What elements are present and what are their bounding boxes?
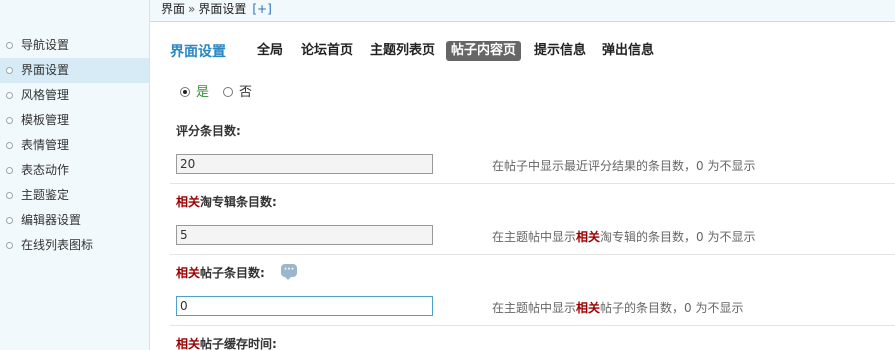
divider	[170, 325, 895, 326]
bullet-icon	[6, 167, 13, 174]
related-thread-count-input[interactable]	[176, 296, 433, 316]
bullet-icon	[6, 117, 13, 124]
rating-count-input[interactable]	[176, 154, 433, 174]
tab-global[interactable]: 全局	[252, 41, 288, 61]
sidebar-item-label: 表态动作	[21, 163, 70, 177]
related-album-count-desc: 在主题帖中显示相关淘专辑的条目数，0 为不显示	[492, 228, 755, 245]
breadcrumb-separator: »	[188, 2, 196, 16]
desc-highlight: 相关	[576, 301, 601, 315]
sidebar-item-label: 编辑器设置	[21, 213, 82, 227]
tab-post-content[interactable]: 帖子内容页	[446, 41, 522, 61]
tab-thread-list[interactable]: 主题列表页	[365, 41, 440, 61]
help-icon[interactable]: ···	[281, 264, 297, 280]
sidebar-item-label: 主题鉴定	[21, 188, 70, 202]
sidebar-item-label: 模板管理	[21, 113, 70, 127]
sidebar-item-label: 导航设置	[21, 38, 70, 52]
related-thread-cache-label: 相关帖子缓存时间:	[176, 335, 277, 350]
sidebar-header	[0, 0, 149, 22]
sidebar-item-online-list-icons[interactable]: 在线列表图标	[0, 233, 149, 258]
bullet-icon	[6, 192, 13, 199]
breadcrumb-parent[interactable]: 界面	[161, 2, 185, 16]
label-highlight: 相关	[176, 337, 201, 350]
sidebar-item-label: 表情管理	[21, 138, 70, 152]
sidebar-item-thread-appraisal[interactable]: 主题鉴定	[0, 183, 149, 208]
sidebar-item-emoji-management[interactable]: 表情管理	[0, 133, 149, 158]
sidebar-item-nav-settings[interactable]: 导航设置	[0, 33, 149, 58]
radio-no-label[interactable]: 否	[239, 85, 252, 100]
desc-highlight: 相关	[576, 230, 601, 244]
rating-count-label: 评分条目数:	[176, 124, 241, 138]
sidebar-item-label: 在线列表图标	[21, 238, 94, 252]
bullet-icon	[6, 242, 13, 249]
radio-no[interactable]	[223, 87, 234, 97]
desc-text: 淘专辑的条目数，0 为不显示	[600, 230, 756, 244]
breadcrumb: 界面» 界面设置 [+]	[150, 0, 895, 22]
breadcrumb-current: 界面设置	[198, 2, 247, 16]
sidebar-item-reaction-actions[interactable]: 表态动作	[0, 158, 149, 183]
desc-text: 在主题帖中显示	[492, 301, 577, 315]
divider	[170, 183, 895, 184]
related-thread-count-label: 相关帖子条目数:	[176, 264, 265, 281]
radio-yes[interactable]	[180, 87, 190, 97]
tab-popup-info[interactable]: 弹出信息	[597, 41, 659, 61]
main-content: 界面设置 全局 论坛首页 主题列表页 帖子内容页 提示信息 弹出信息 是否 评分…	[150, 23, 895, 350]
label-text: 帖子条目数:	[200, 266, 265, 280]
rating-count-desc: 在帖子中显示最近评分结果的条目数，0 为不显示	[492, 159, 756, 173]
sidebar-item-ui-settings[interactable]: 界面设置	[0, 58, 149, 83]
bullet-icon	[6, 217, 13, 224]
bullet-icon	[6, 67, 13, 74]
desc-text: 在主题帖中显示	[492, 230, 577, 244]
radio-yes-label[interactable]: 是	[196, 85, 209, 100]
bullet-icon	[6, 42, 13, 49]
label-text: 帖子缓存时间:	[200, 337, 277, 350]
bullet-icon	[6, 142, 13, 149]
label-highlight: 相关	[176, 266, 201, 280]
sidebar-item-label: 界面设置	[21, 63, 70, 77]
sidebar: 导航设置 界面设置 风格管理 模板管理 表情管理 表态动作 主题鉴定 编辑器设置…	[0, 0, 150, 350]
label-text: 淘专辑条目数:	[200, 195, 277, 209]
enable-radio-group: 是否	[180, 83, 252, 103]
tab-forum-home[interactable]: 论坛首页	[296, 41, 358, 61]
desc-text: 帖子的条目数，0 为不显示	[600, 301, 744, 315]
sidebar-item-template-management[interactable]: 模板管理	[0, 108, 149, 133]
tab-bar: 界面设置 全局 论坛首页 主题列表页 帖子内容页 提示信息 弹出信息	[170, 23, 895, 79]
page-title: 界面设置	[170, 44, 226, 60]
related-album-count-label: 相关淘专辑条目数:	[176, 193, 277, 210]
sidebar-item-editor-settings[interactable]: 编辑器设置	[0, 208, 149, 233]
divider	[170, 254, 895, 255]
label-highlight: 相关	[176, 195, 201, 209]
bullet-icon	[6, 92, 13, 99]
sidebar-item-style-management[interactable]: 风格管理	[0, 83, 149, 108]
sidebar-item-label: 风格管理	[21, 88, 70, 102]
related-album-count-input[interactable]	[176, 225, 433, 245]
tab-prompt-info[interactable]: 提示信息	[529, 41, 591, 61]
add-shortcut-button[interactable]: [+]	[252, 2, 271, 16]
related-thread-count-desc: 在主题帖中显示相关帖子的条目数，0 为不显示	[492, 299, 743, 316]
